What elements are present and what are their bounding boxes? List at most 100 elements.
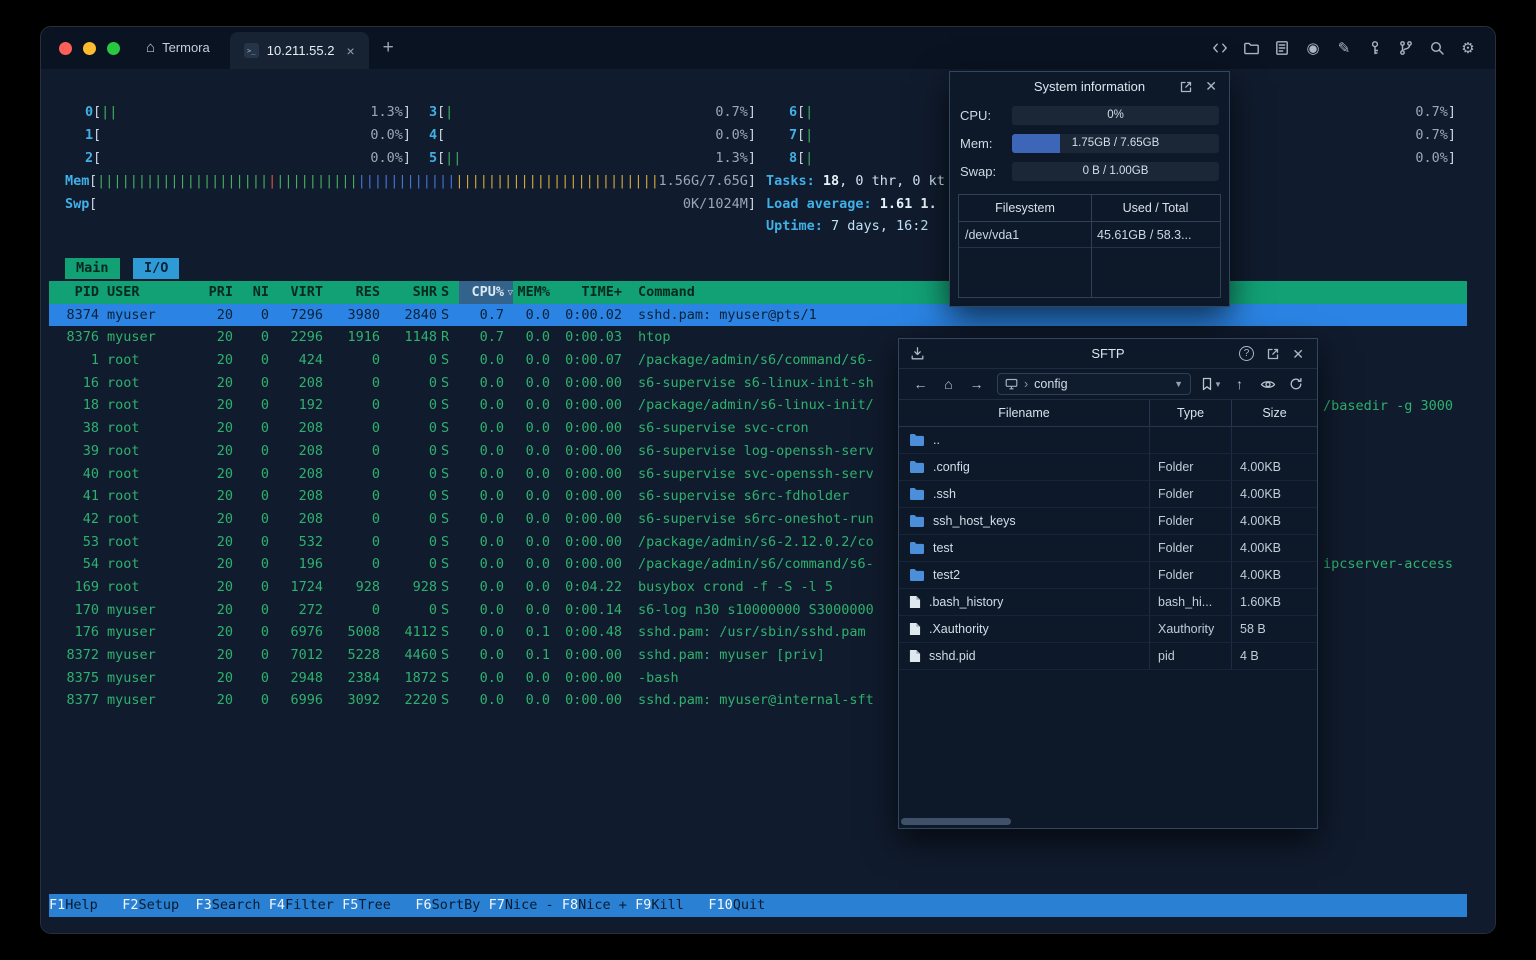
- cell-time: 0:00.00: [565, 465, 622, 482]
- cpu-label-0: 0: [85, 104, 94, 120]
- scrollbar-thumb[interactable]: [901, 818, 1011, 825]
- file-row[interactable]: .ssh Folder 4.00KB: [899, 481, 1317, 508]
- fkey-action-F3[interactable]: Search: [212, 894, 269, 917]
- open-in-window-icon[interactable]: [1179, 72, 1193, 101]
- cell-res: 0: [371, 352, 380, 369]
- close-window-button[interactable]: [59, 42, 72, 55]
- column-header-s[interactable]: S: [437, 281, 459, 304]
- file-row[interactable]: .bash_history bash_hi... 1.60KB: [899, 589, 1317, 616]
- cell-ni: 0: [260, 442, 269, 459]
- column-header-cpu[interactable]: CPU% ▽: [459, 281, 513, 304]
- column-header-ni[interactable]: NI: [233, 281, 269, 304]
- new-tab-button[interactable]: +: [369, 38, 394, 69]
- cell-pid: 176: [74, 624, 99, 641]
- cell-cpu: 0.0: [479, 578, 504, 595]
- cell-shr: 1148: [404, 329, 437, 346]
- refresh-icon[interactable]: [1283, 373, 1308, 395]
- column-header-filename[interactable]: Filename: [899, 400, 1150, 427]
- cell-s: S: [441, 352, 450, 369]
- file-size: 58 B: [1240, 622, 1266, 636]
- file-row[interactable]: ssh_host_keys Folder 4.00KB: [899, 508, 1317, 535]
- close-icon[interactable]: ✕: [1292, 339, 1304, 368]
- close-icon[interactable]: ✕: [1205, 72, 1217, 101]
- forward-icon[interactable]: →: [964, 373, 989, 395]
- cell-mem: 0.0: [525, 488, 550, 505]
- cell-shr: 0: [428, 488, 437, 505]
- path-breadcrumb[interactable]: › config ▼: [997, 373, 1191, 395]
- cell-virt: 2296: [290, 329, 323, 346]
- cell-pri: 20: [216, 601, 233, 618]
- cpu-meter-3: [| 0.7%]: [437, 104, 756, 120]
- path-segment-config[interactable]: config: [1034, 377, 1067, 391]
- column-header-shr[interactable]: SHR: [380, 281, 437, 304]
- close-tab-icon[interactable]: ×: [346, 43, 354, 59]
- fkey-action-F10[interactable]: Quit: [733, 894, 790, 917]
- cell-res: 5228: [347, 647, 380, 663]
- folder-icon: [909, 487, 925, 501]
- process-row[interactable]: 8374 myuser 20 0 7296 3980 2840 S 0.7 0.0 0:00.02 s…: [49, 303, 1467, 327]
- cell-res: 5008: [347, 624, 380, 641]
- file-icon: [909, 622, 921, 636]
- open-in-window-icon[interactable]: [1266, 339, 1280, 368]
- fkey-action-F1[interactable]: Help: [65, 894, 122, 917]
- fkey-action-F4[interactable]: Filter: [285, 894, 342, 917]
- column-header-pid[interactable]: PID: [49, 281, 99, 304]
- zoom-window-button[interactable]: [107, 42, 120, 55]
- toolbar: ◉ ✎ ⚙: [1211, 39, 1495, 69]
- chevron-down-icon[interactable]: ▼: [1174, 379, 1183, 389]
- tab-session[interactable]: >_ 10.211.55.2 ×: [229, 32, 369, 69]
- settings-icon[interactable]: ⚙: [1459, 39, 1477, 57]
- column-header-time[interactable]: TIME+: [550, 281, 622, 304]
- code-icon[interactable]: [1211, 39, 1229, 57]
- fkey-action-F8[interactable]: Nice +: [578, 894, 635, 917]
- cell-shr: 1872: [404, 669, 437, 686]
- file-row[interactable]: test Folder 4.00KB: [899, 535, 1317, 562]
- uptime: Uptime: 7 days, 16:2: [766, 218, 929, 234]
- search-icon[interactable]: [1428, 39, 1446, 57]
- htop-tab-main[interactable]: Main: [65, 258, 120, 279]
- show-hidden-files-icon[interactable]: [1255, 373, 1280, 395]
- cell-user: root: [107, 578, 140, 595]
- column-header-virt[interactable]: VIRT: [269, 281, 323, 304]
- cell-mem: 0.0: [525, 533, 550, 550]
- fkey-action-F6[interactable]: SortBy: [432, 894, 489, 917]
- minimize-window-button[interactable]: [83, 42, 96, 55]
- branch-icon[interactable]: [1397, 39, 1415, 57]
- fkey-action-F2[interactable]: Setup: [139, 894, 196, 917]
- help-icon[interactable]: ?: [1239, 339, 1254, 368]
- record-icon[interactable]: ◉: [1304, 39, 1322, 57]
- swap-meter-label: Swp: [65, 196, 90, 212]
- column-header-pri[interactable]: PRI: [171, 281, 233, 304]
- log-icon[interactable]: [1273, 39, 1291, 57]
- fkey-action-F7[interactable]: Nice -: [505, 894, 562, 917]
- column-header-res[interactable]: RES: [323, 281, 380, 304]
- column-header-size[interactable]: Size: [1232, 400, 1317, 427]
- htop-tab-io[interactable]: I/O: [133, 258, 180, 279]
- cpu-meter-4: [0.0%]: [437, 127, 756, 143]
- cell-ni: 0: [260, 488, 269, 505]
- cell-res: 0: [371, 533, 380, 550]
- cell-user: root: [107, 510, 140, 527]
- file-row[interactable]: .config Folder 4.00KB: [899, 454, 1317, 481]
- edit-icon[interactable]: ✎: [1335, 39, 1353, 57]
- download-icon[interactable]: [910, 339, 925, 368]
- cell-pri: 20: [216, 556, 233, 573]
- back-icon[interactable]: ←: [908, 373, 933, 395]
- fkey-action-F9[interactable]: Kill: [651, 894, 708, 917]
- file-row[interactable]: test2 Folder 4.00KB: [899, 562, 1317, 589]
- filesystem-row[interactable]: /dev/vda1 45.61GB / 58.3...: [959, 222, 1220, 248]
- horizontal-scrollbar[interactable]: [901, 818, 1315, 825]
- column-header-type[interactable]: Type: [1150, 400, 1232, 427]
- home-icon[interactable]: ⌂: [936, 373, 961, 395]
- file-row[interactable]: .Xauthority Xauthority 58 B: [899, 616, 1317, 643]
- file-row[interactable]: ..: [899, 427, 1317, 454]
- bookmark-icon[interactable]: ▼: [1199, 373, 1224, 395]
- fkey-action-F5[interactable]: Tree: [358, 894, 415, 917]
- parent-directory-icon[interactable]: ↑: [1227, 373, 1252, 395]
- file-row[interactable]: sshd.pid pid 4 B: [899, 643, 1317, 670]
- column-header-user[interactable]: USER: [99, 281, 171, 304]
- tab-home[interactable]: ⌂ Termora: [120, 39, 230, 69]
- memory-meter: [|||||||||||||||||||||||||||||||||||||||…: [89, 173, 756, 189]
- key-icon[interactable]: [1366, 39, 1384, 57]
- folder-icon[interactable]: [1242, 39, 1260, 57]
